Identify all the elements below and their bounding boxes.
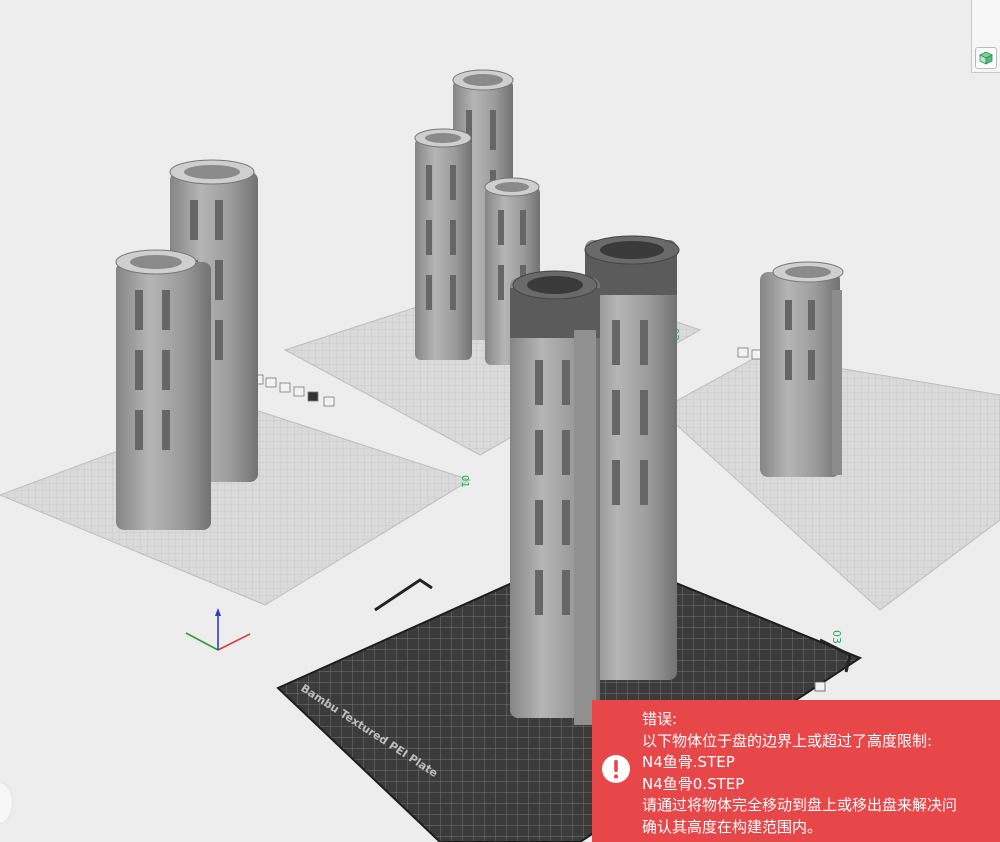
model-tube[interactable]	[115, 249, 211, 530]
model-tube-with-rail[interactable]	[760, 261, 844, 477]
right-side-toolbar	[971, 0, 1000, 73]
model-tube[interactable]	[414, 128, 472, 360]
error-title: 错误:	[642, 710, 678, 728]
axis-gizmo	[185, 608, 251, 651]
model-tube-out-of-bounds[interactable]	[510, 270, 600, 725]
error-description: 以下物体位于盘的边界上或超过了高度限制:	[642, 731, 933, 750]
error-notification: 错误: 以下物体位于盘的边界上或超过了高度限制: N4鱼骨.STEP N4鱼骨0…	[592, 700, 1000, 842]
error-object-item: N4鱼骨0.STEP	[642, 774, 745, 793]
plate-1-toolbar-icons[interactable]	[252, 374, 335, 407]
plate-3-number: 03	[830, 630, 843, 644]
exclamation-circle-icon	[602, 755, 630, 783]
error-hint-continued: 确认其高度在构建范围内。	[642, 817, 823, 836]
error-hint: 请通过将物体完全移动到盘上或移出盘来解决问	[642, 796, 958, 814]
error-object-item: N4鱼骨.STEP	[642, 753, 735, 771]
plate-1-number: 01	[459, 475, 470, 488]
cube-icon	[979, 51, 993, 65]
plate-4-toolbar-icons[interactable]	[737, 347, 763, 360]
view-cube-button[interactable]	[975, 47, 997, 69]
plate-3-toolbar-icons[interactable]	[814, 681, 826, 692]
